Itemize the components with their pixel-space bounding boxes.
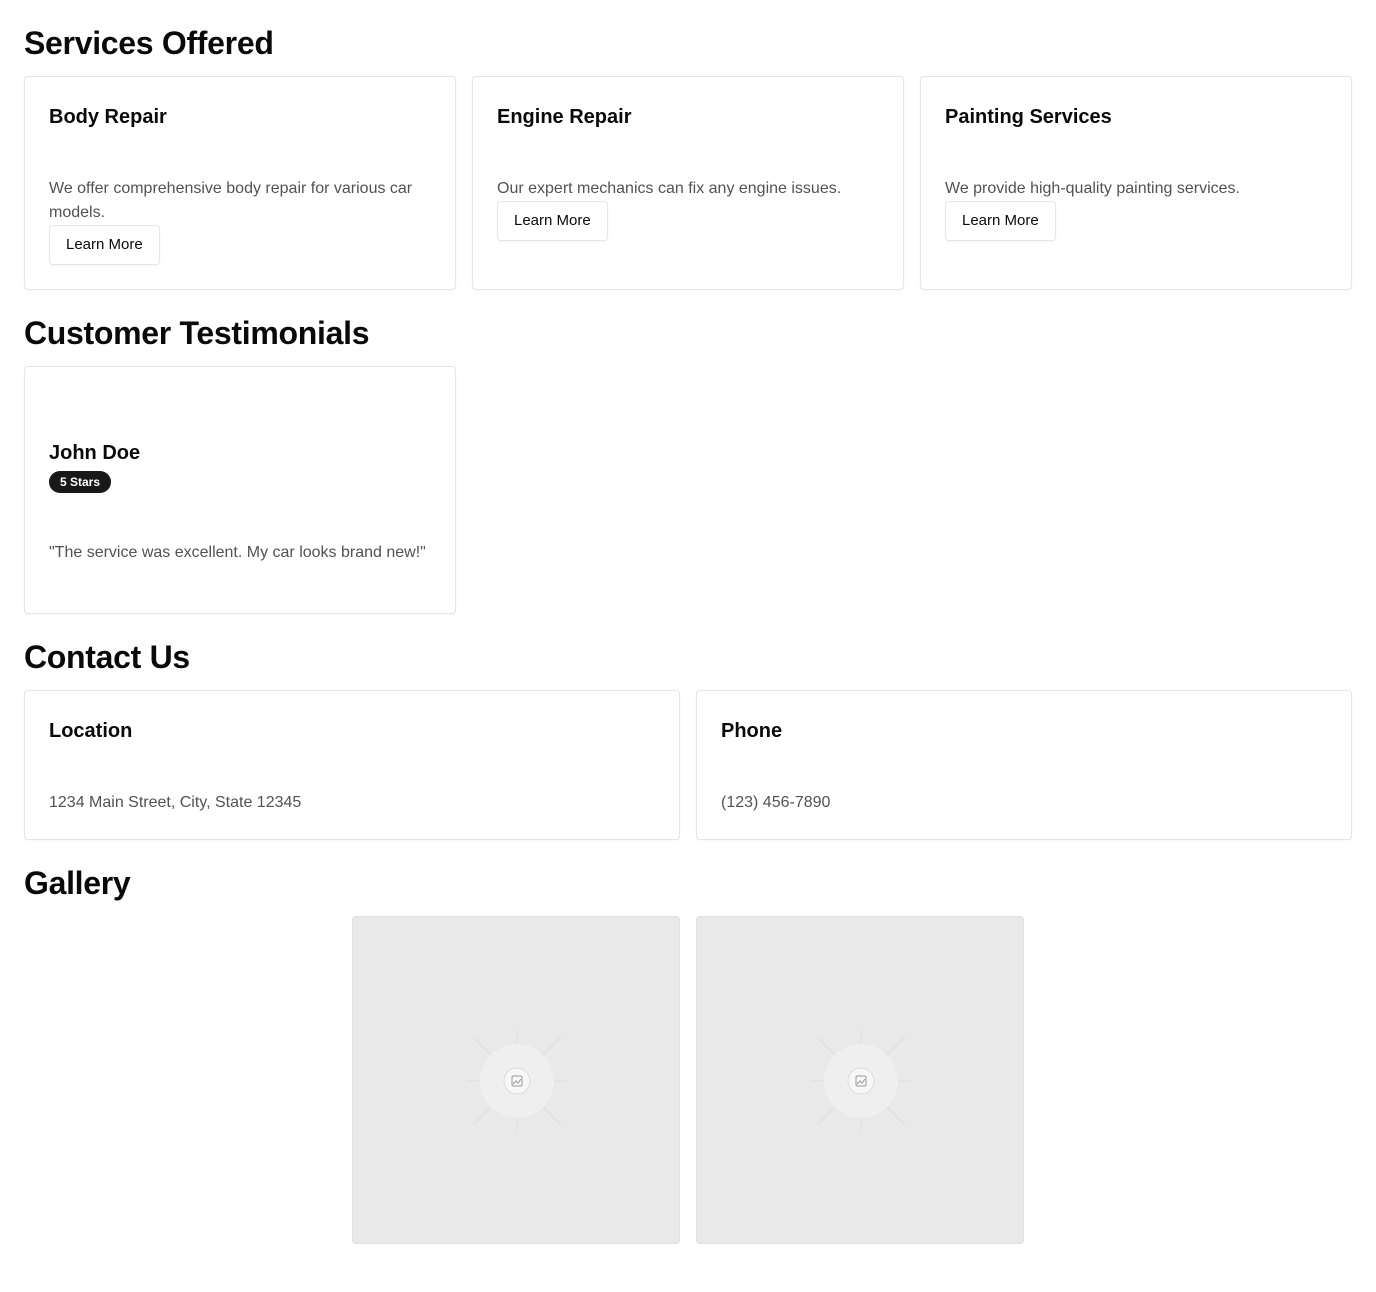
contact-heading: Contact Us: [24, 639, 190, 675]
learn-more-button[interactable]: Learn More: [945, 201, 1056, 241]
testimonials-heading: Customer Testimonials: [24, 315, 370, 351]
services-heading: Services Offered: [24, 25, 274, 61]
learn-more-button[interactable]: Learn More: [497, 201, 608, 241]
testimonial-card: John Doe 5 Stars "The service was excell…: [24, 366, 456, 614]
location-card: Location 1234 Main Street, City, State 1…: [24, 690, 680, 840]
service-card-engine-repair: Engine Repair Our expert mechanics can f…: [472, 76, 904, 290]
gallery-heading: Gallery: [24, 865, 131, 901]
phone-number: (123) 456-7890: [721, 794, 831, 811]
testimonial-author: John Doe: [49, 442, 141, 464]
image-placeholder-icon: [811, 1031, 911, 1131]
service-card-body-repair: Body Repair We offer comprehensive body …: [24, 76, 456, 290]
location-address: 1234 Main Street, City, State 12345: [49, 794, 302, 811]
service-title: Painting Services: [945, 106, 1112, 128]
service-description: Our expert mechanics can fix any engine …: [497, 180, 842, 197]
service-title: Engine Repair: [497, 106, 632, 128]
location-title: Location: [49, 720, 133, 742]
testimonial-quote: "The service was excellent. My car looks…: [49, 544, 426, 561]
service-description: We offer comprehensive body repair for v…: [49, 180, 413, 221]
service-description: We provide high-quality painting service…: [945, 180, 1240, 197]
learn-more-button[interactable]: Learn More: [49, 225, 160, 265]
service-card-painting: Painting Services We provide high-qualit…: [920, 76, 1352, 290]
service-title: Body Repair: [49, 106, 167, 128]
gallery-image[interactable]: [352, 916, 680, 1244]
phone-title: Phone: [721, 720, 783, 742]
phone-card: Phone (123) 456-7890: [696, 690, 1352, 840]
rating-badge: 5 Stars: [49, 471, 112, 493]
gallery-image[interactable]: [696, 916, 1024, 1244]
image-placeholder-icon: [467, 1031, 567, 1131]
